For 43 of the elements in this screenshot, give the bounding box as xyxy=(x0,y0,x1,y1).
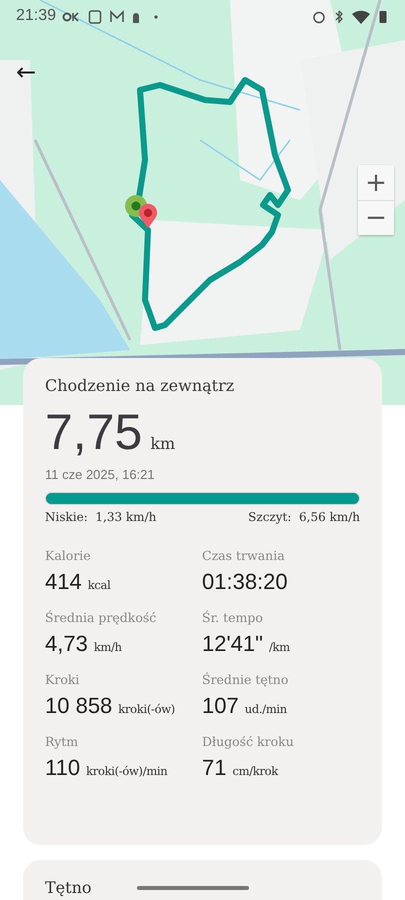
stat-value: 71 xyxy=(202,755,226,781)
stat-value: 01:38:20 xyxy=(202,569,288,595)
status-time: 21:39 xyxy=(16,7,56,25)
stat-value: 4,73 xyxy=(45,631,88,657)
app-notification-icon xyxy=(62,10,80,24)
distance-value: 7,75 xyxy=(45,407,142,457)
stat-label: Średnia prędkość xyxy=(45,610,158,625)
stat-unit: km/h xyxy=(94,640,122,654)
battery-icon xyxy=(379,10,387,24)
stat-value: 10 858 xyxy=(45,693,112,719)
drag-handle[interactable] xyxy=(136,886,249,890)
back-button[interactable]: ← xyxy=(12,58,40,86)
stat-label: Kroki xyxy=(45,672,80,687)
distance-unit: km xyxy=(150,434,176,453)
stat-label: Kalorie xyxy=(45,548,92,563)
stat-value: 12'41" xyxy=(202,631,263,657)
stat-label: Czas trwania xyxy=(202,548,286,563)
zoom-out-button[interactable]: − xyxy=(358,200,394,235)
stat-unit: kcal xyxy=(88,578,110,592)
alarm-icon xyxy=(312,10,326,24)
stat-value: 107 xyxy=(202,693,239,719)
square-notification-icon xyxy=(88,10,102,24)
stat-label: Średnie tętno xyxy=(202,672,290,687)
stat-unit: kroki(-ów) xyxy=(118,702,175,716)
zoom-in-button[interactable]: + xyxy=(358,165,394,200)
stat-unit: cm/krok xyxy=(232,764,278,778)
stat-label: Rytm xyxy=(45,734,80,749)
low-speed-text: Niskie: 1,33 km/h xyxy=(45,510,156,524)
peak-speed-text: Szczyt: 6,56 km/h xyxy=(248,510,360,524)
stat-label: Długość kroku xyxy=(202,734,295,749)
stat-value: 110 xyxy=(45,755,80,781)
wifi-icon xyxy=(352,10,370,24)
stat-value: 414 xyxy=(45,569,82,595)
stat-label: Śr. tempo xyxy=(202,610,264,625)
map-pin-icon xyxy=(138,203,158,230)
heart-rate-title: Tętno xyxy=(45,878,92,897)
stat-unit: ud./min xyxy=(244,702,287,716)
stat-unit: kroki(-ów)/min xyxy=(86,764,168,778)
date-text: 11 cze 2025, 16:21 xyxy=(45,467,156,482)
stat-unit: /km xyxy=(268,640,290,654)
activity-title: Chodzenie na zewnątrz xyxy=(45,376,236,395)
mail-icon xyxy=(110,10,124,24)
bluetooth-icon xyxy=(335,10,343,24)
